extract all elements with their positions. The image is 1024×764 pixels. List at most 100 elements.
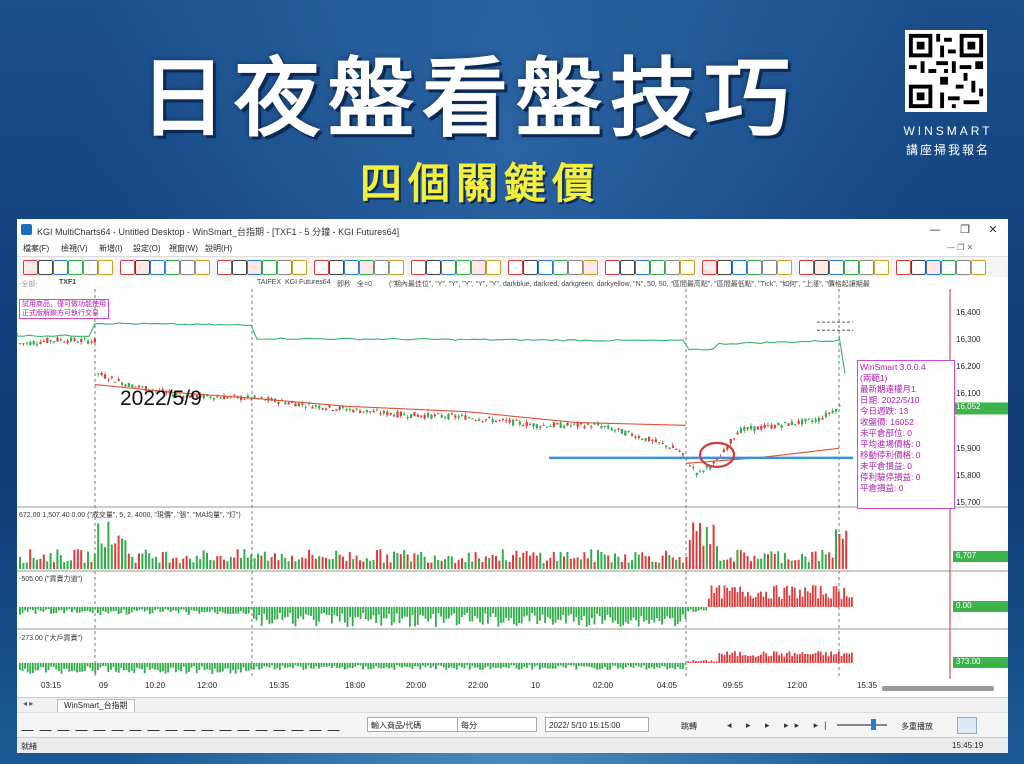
interval-select[interactable]: 每分 (457, 717, 537, 732)
toolbar-button[interactable] (911, 260, 926, 275)
chart-symbol[interactable]: TXF1 (59, 279, 76, 286)
toolbar-button[interactable] (583, 260, 598, 275)
toolbar-button[interactable] (486, 260, 501, 275)
toolbar-button[interactable] (135, 260, 150, 275)
menu-settings[interactable]: 設定(O) (133, 243, 161, 254)
menu-view[interactable]: 檢視(V) (61, 243, 88, 254)
drawing-tool-button[interactable] (39, 718, 59, 731)
toolbar-button[interactable] (568, 260, 583, 275)
toolbar-button[interactable] (262, 260, 277, 275)
drawing-tool-button[interactable] (219, 718, 239, 731)
drawing-tool-button[interactable] (165, 718, 185, 731)
menu-insert[interactable]: 新增(I) (99, 243, 123, 254)
toolbar-button[interactable] (344, 260, 359, 275)
toolbar-button[interactable] (605, 260, 620, 275)
toolbar-button[interactable] (777, 260, 792, 275)
drawing-tool-button[interactable] (201, 718, 221, 731)
toolbar-button[interactable] (732, 260, 747, 275)
drawing-tool-button[interactable] (237, 718, 257, 731)
toolbar-button[interactable] (456, 260, 471, 275)
toolbar-button[interactable] (374, 260, 389, 275)
toolbar-button[interactable] (538, 260, 553, 275)
toolbar-button[interactable] (180, 260, 195, 275)
toolbar-button[interactable] (277, 260, 292, 275)
toolbar-button[interactable] (926, 260, 941, 275)
toolbar-button[interactable] (829, 260, 844, 275)
toolbar-button[interactable] (635, 260, 650, 275)
toolbar-button[interactable] (38, 260, 53, 275)
toolbar-button[interactable] (23, 260, 38, 275)
drawing-tool-button[interactable] (75, 718, 95, 731)
toolbar-button[interactable] (359, 260, 374, 275)
toolbar-button[interactable] (165, 260, 180, 275)
chart-area[interactable]: 2022/5/9 WinSmart 3.0.0.4 (兩範1) 最新期達權月1 … (16, 289, 1008, 679)
menu-window[interactable]: 視窗(W) (169, 243, 198, 254)
toolbar-button[interactable] (874, 260, 889, 275)
toolbar-button[interactable] (553, 260, 568, 275)
toolbar-button[interactable] (650, 260, 665, 275)
drawing-tool-button[interactable] (309, 718, 329, 731)
toolbar-button[interactable] (620, 260, 635, 275)
toolbar-button[interactable] (508, 260, 523, 275)
toolbar-button[interactable] (441, 260, 456, 275)
toolbar-button[interactable] (195, 260, 210, 275)
drawing-tool-button[interactable] (57, 718, 77, 731)
toolbar-button[interactable] (762, 260, 777, 275)
playback-controls[interactable]: ◂ ▸ ▸ ▸▸ ▸| (727, 720, 832, 731)
drawing-tool-button[interactable] (327, 718, 347, 731)
toolbar-button[interactable] (717, 260, 732, 275)
tab-nav-arrows[interactable]: ◂ ▸ (23, 699, 33, 708)
toolbar-button[interactable] (247, 260, 262, 275)
toolbar-button[interactable] (702, 260, 717, 275)
toolbar-button[interactable] (859, 260, 874, 275)
drawing-tool-button[interactable] (291, 718, 311, 731)
drawing-tool-button[interactable] (273, 718, 293, 731)
chart-trend-icon[interactable] (957, 717, 977, 734)
toolbar-button[interactable] (217, 260, 232, 275)
horizontal-scrollbar[interactable] (882, 686, 994, 691)
drawing-tool-button[interactable] (111, 718, 131, 731)
toolbar-button[interactable] (941, 260, 956, 275)
mdi-controls[interactable]: — ❐ ✕ (947, 243, 973, 252)
toolbar-button[interactable] (814, 260, 829, 275)
toolbar-button[interactable] (389, 260, 404, 275)
toolbar-button[interactable] (150, 260, 165, 275)
toolbar-button[interactable] (292, 260, 307, 275)
toolbar-button[interactable] (523, 260, 538, 275)
toolbar-button[interactable] (426, 260, 441, 275)
multi-playback-button[interactable]: 多重播放 (901, 721, 933, 732)
toolbar-button[interactable] (844, 260, 859, 275)
toolbar-button[interactable] (120, 260, 135, 275)
toolbar-button[interactable] (232, 260, 247, 275)
menu-file[interactable]: 檔案(F) (23, 243, 49, 254)
restore-button[interactable]: ❐ (951, 222, 979, 238)
toolbar-button[interactable] (896, 260, 911, 275)
symbol-input[interactable]: 輸入商品/代碼 (367, 717, 459, 732)
toolbar-button[interactable] (314, 260, 329, 275)
speed-slider[interactable] (837, 719, 887, 730)
toolbar-button[interactable] (98, 260, 113, 275)
jump-button[interactable]: 跳轉 (681, 721, 697, 732)
drawing-tool-button[interactable] (147, 718, 167, 731)
close-button[interactable]: ✕ (979, 222, 1007, 238)
qr-code[interactable] (905, 30, 987, 112)
drawing-tool-button[interactable] (21, 718, 41, 731)
drawing-tool-button[interactable] (93, 718, 113, 731)
drawing-tool-button[interactable] (183, 718, 203, 731)
toolbar-button[interactable] (665, 260, 680, 275)
toolbar-button[interactable] (471, 260, 486, 275)
menu-help[interactable]: 說明(H) (205, 243, 232, 254)
datetime-input[interactable]: 2022/ 5/10 15:15:00 (545, 717, 649, 732)
drawing-tool-button[interactable] (255, 718, 275, 731)
tab-winsmart[interactable]: WinSmart_台指期 (57, 699, 135, 713)
toolbar-button[interactable] (329, 260, 344, 275)
toolbar-button[interactable] (53, 260, 68, 275)
toolbar-button[interactable] (971, 260, 986, 275)
toolbar-button[interactable] (68, 260, 83, 275)
toolbar-button[interactable] (680, 260, 695, 275)
drawing-tool-button[interactable] (129, 718, 149, 731)
toolbar-button[interactable] (747, 260, 762, 275)
toolbar-button[interactable] (411, 260, 426, 275)
toolbar-button[interactable] (956, 260, 971, 275)
toolbar-button[interactable] (799, 260, 814, 275)
